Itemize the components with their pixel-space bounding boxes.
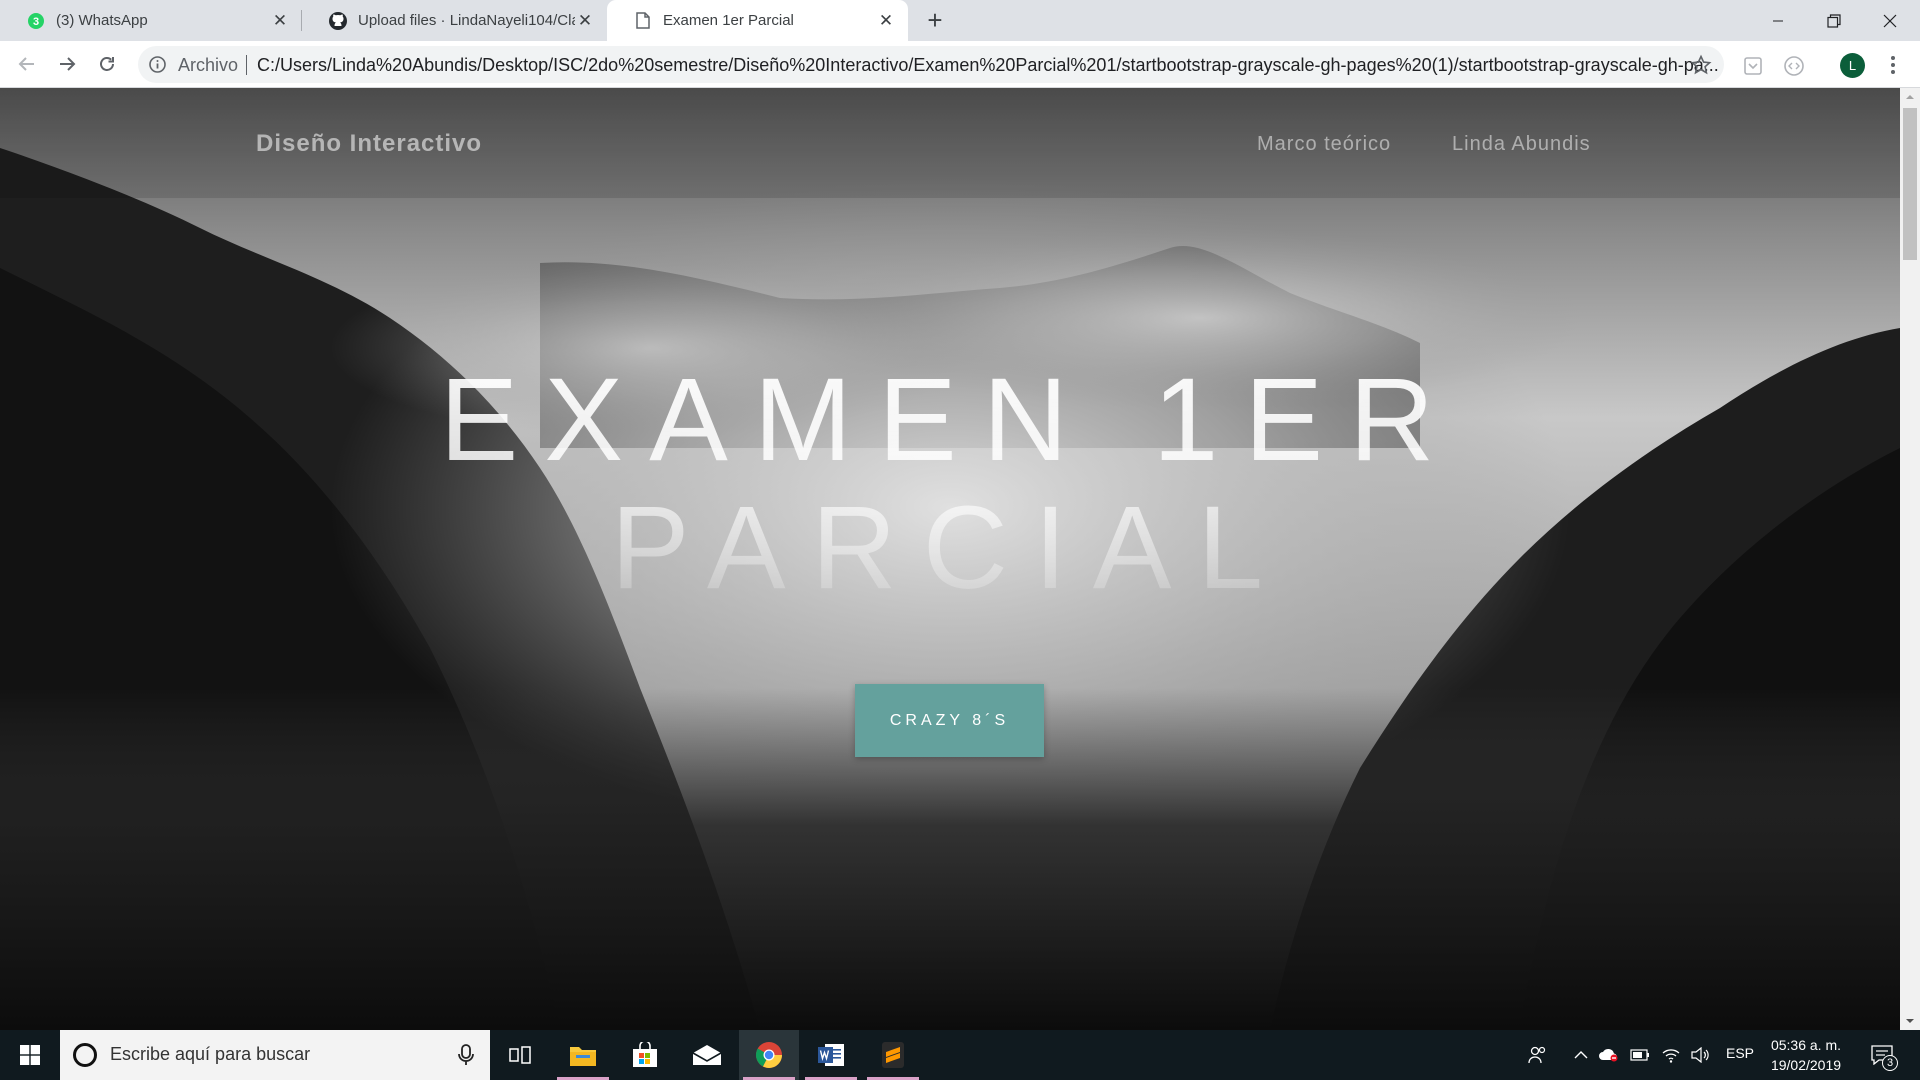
tab-whatsapp[interactable]: 3 (3) WhatsApp ✕	[0, 0, 302, 41]
folder-icon	[570, 1047, 596, 1066]
scroll-down-arrow-icon[interactable]	[1905, 1016, 1915, 1026]
sublime-text-icon	[882, 1042, 904, 1068]
hero-title: Examen 1er Parcial	[0, 356, 1900, 612]
svg-text:3: 3	[33, 16, 39, 28]
restore-button[interactable]	[1806, 0, 1862, 41]
chrome-icon	[755, 1042, 782, 1068]
close-window-button[interactable]	[1862, 0, 1918, 41]
taskbar-mail[interactable]	[677, 1030, 737, 1080]
tab-examen[interactable]: Examen 1er Parcial ✕	[607, 0, 908, 41]
microphone-icon[interactable]	[455, 1043, 477, 1067]
start-button[interactable]	[0, 1030, 60, 1080]
input-language-indicator[interactable]: ESP	[1726, 1045, 1754, 1061]
task-view-button[interactable]	[490, 1030, 550, 1080]
cortana-icon	[73, 1043, 97, 1067]
clock-date: 19/02/2019	[1770, 1057, 1842, 1073]
taskbar-search-box[interactable]: Escribe aquí para buscar	[60, 1030, 490, 1080]
page-scrollbar[interactable]	[1900, 88, 1920, 1030]
info-icon[interactable]	[148, 55, 167, 74]
search-placeholder: Escribe aquí para buscar	[110, 1044, 311, 1064]
tab-github[interactable]: Upload files · LindaNayeli104/Cla ✕	[302, 0, 607, 41]
tab-title: Upload files · LindaNayeli104/Cla	[358, 12, 575, 29]
more-menu-icon[interactable]	[1882, 53, 1904, 77]
scroll-up-arrow-icon[interactable]	[1905, 92, 1915, 102]
task-view-icon	[509, 1046, 531, 1064]
taskbar-sublime-text[interactable]	[863, 1030, 923, 1080]
hero-title-line-1: Examen 1er	[439, 354, 1461, 486]
taskbar-store[interactable]	[615, 1030, 675, 1080]
volume-icon[interactable]	[1688, 1042, 1712, 1068]
taskbar-chrome[interactable]	[739, 1030, 799, 1080]
windows-logo-icon	[20, 1045, 40, 1065]
tab-title: Examen 1er Parcial	[663, 12, 794, 29]
minimize-button[interactable]	[1750, 0, 1806, 41]
github-icon	[328, 11, 348, 31]
store-bag-icon	[633, 1042, 657, 1067]
tab-title: (3) WhatsApp	[56, 12, 148, 29]
close-tab-icon[interactable]: ✕	[575, 11, 595, 31]
url-text[interactable]: C:/Users/Linda%20Abundis/Desktop/ISC/2do…	[257, 55, 1787, 76]
scheme-label: Archivo	[178, 55, 239, 75]
reload-button[interactable]	[92, 49, 122, 79]
site-navbar: Diseño Interactivo Marco teórico Linda A…	[0, 88, 1900, 198]
close-tab-icon[interactable]: ✕	[876, 11, 896, 31]
notification-count-badge: 3	[1882, 1055, 1898, 1071]
browser-toolbar: Archivo C:/Users/Linda%20Abundis/Desktop…	[0, 41, 1920, 88]
crazy-8s-button[interactable]: Crazy 8´s	[855, 684, 1044, 757]
extension-pocket-icon[interactable]	[1741, 54, 1765, 78]
profile-avatar[interactable]: L	[1840, 53, 1865, 78]
close-tab-icon[interactable]: ✕	[270, 11, 290, 31]
scrollbar-thumb[interactable]	[1903, 108, 1917, 260]
wifi-icon[interactable]	[1659, 1042, 1683, 1068]
forward-button[interactable]	[52, 49, 82, 79]
address-bar[interactable]: Archivo C:/Users/Linda%20Abundis/Desktop…	[138, 46, 1724, 83]
word-icon	[818, 1044, 844, 1066]
address-divider	[246, 55, 247, 75]
hero-title-line-2: Parcial	[610, 482, 1290, 614]
extension-code-icon[interactable]	[1782, 54, 1806, 78]
back-button[interactable]	[12, 49, 42, 79]
nav-link-marco-teorico[interactable]: Marco teórico	[1257, 133, 1391, 156]
battery-icon[interactable]	[1628, 1042, 1652, 1068]
whatsapp-icon: 3	[26, 11, 46, 31]
taskbar-word[interactable]	[801, 1030, 861, 1080]
clock-time: 05:36 a. m.	[1770, 1037, 1842, 1053]
tab-strip: 3 (3) WhatsApp ✕ Upload files · LindaNay…	[0, 0, 1920, 41]
new-tab-button[interactable]: +	[921, 5, 949, 35]
show-hidden-icons-chevron-icon[interactable]	[1570, 1042, 1592, 1068]
site-brand-link[interactable]: Diseño Interactivo	[256, 130, 482, 158]
mail-icon	[692, 1045, 722, 1065]
bookmark-star-icon[interactable]	[1690, 54, 1712, 76]
page-viewport: Diseño Interactivo Marco teórico Linda A…	[0, 88, 1900, 1030]
onedrive-icon[interactable]	[1597, 1042, 1621, 1068]
system-clock[interactable]: 05:36 a. m. 19/02/2019	[1761, 1035, 1851, 1075]
people-icon[interactable]	[1524, 1042, 1550, 1068]
taskbar-file-explorer[interactable]	[553, 1030, 613, 1080]
page-icon	[633, 11, 653, 31]
nav-link-linda-abundis[interactable]: Linda Abundis	[1452, 133, 1591, 156]
windows-taskbar: Escribe aquí para buscar ESP 05:36 a. m.…	[0, 1030, 1920, 1080]
